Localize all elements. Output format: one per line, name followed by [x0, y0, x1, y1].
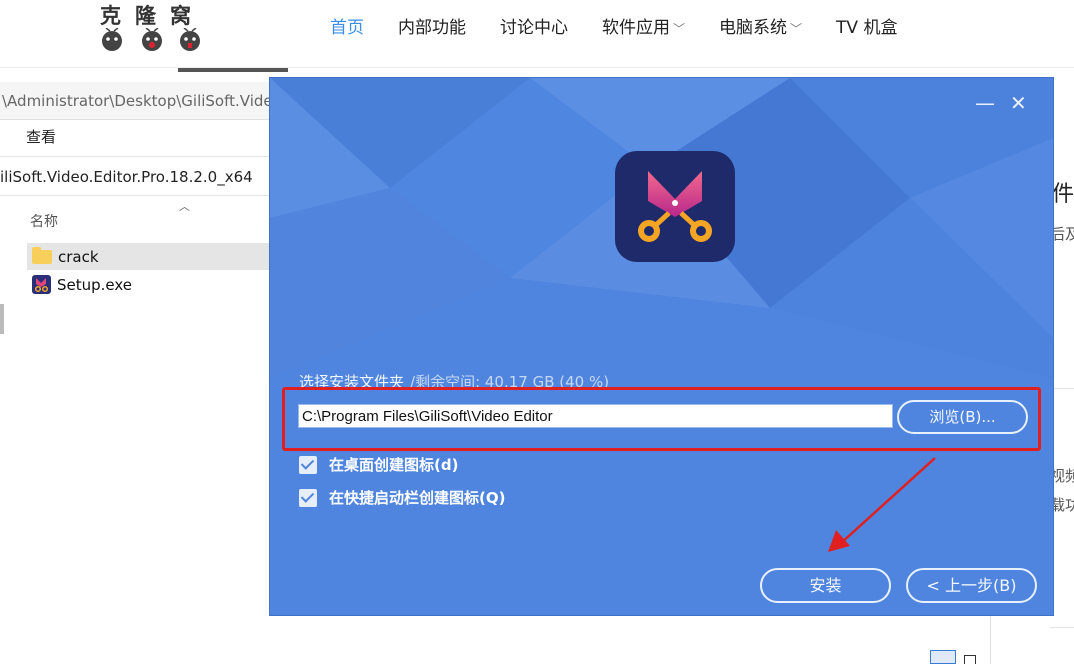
- file-explorer-window: \Administrator\Desktop\GiliSoft.Video 查看…: [0, 82, 272, 664]
- tile-view-icon[interactable]: [964, 655, 976, 664]
- install-button[interactable]: 安装: [760, 568, 891, 603]
- sort-ascending-icon[interactable]: ︿: [179, 198, 190, 214]
- file-name: crack: [58, 247, 99, 266]
- quicklaunch-shortcut-checkbox[interactable]: [299, 488, 317, 507]
- divider: [1050, 388, 1074, 389]
- nav-item-discussion[interactable]: 讨论中心: [500, 17, 568, 40]
- page-text-fragment: 后及: [1050, 225, 1074, 243]
- logo-face-icon: [180, 28, 200, 51]
- site-logo[interactable]: 克隆窝: [100, 0, 210, 56]
- page-text-fragment: 载功: [1050, 496, 1074, 514]
- installer-dialog: — ✕ 选择安装文件夹/剩余空间: 40.17 GB (40 %) 浏览(: [270, 78, 1053, 615]
- file-row-crack[interactable]: crack: [27, 243, 272, 270]
- chevron-down-icon: ﹀: [673, 22, 686, 36]
- checkbox-label: 在快捷启动栏创建图标(Q): [329, 489, 506, 507]
- logo-face-icon: [142, 28, 162, 51]
- close-button[interactable]: ✕: [1010, 92, 1027, 114]
- screen: 克隆窝 首页 内部功能 讨论中心 软件应用 ﹀ 电脑系统 ﹀ TV 机盒 \Ad…: [0, 0, 1074, 664]
- scroll-indicator: [0, 304, 4, 334]
- site-header: 克隆窝 首页 内部功能 讨论中心 软件应用 ﹀ 电脑系统 ﹀ TV 机盒: [0, 0, 1074, 68]
- column-header-name[interactable]: 名称: [30, 211, 58, 231]
- desktop-shortcut-checkbox[interactable]: [299, 455, 317, 474]
- ribbon-tab-view[interactable]: 查看: [26, 126, 56, 147]
- app-exe-icon: [32, 275, 51, 294]
- list-view-icon[interactable]: [930, 650, 956, 664]
- address-bar[interactable]: \Administrator\Desktop\GiliSoft.Video: [0, 82, 272, 120]
- header-tab-underline: [178, 68, 288, 72]
- nav-item-software[interactable]: 软件应用 ﹀: [602, 17, 685, 40]
- checkbox-label: 在桌面创建图标(d): [329, 456, 459, 474]
- file-row-setup[interactable]: Setup.exe: [27, 271, 272, 298]
- nav-item-internal[interactable]: 内部功能: [398, 17, 466, 40]
- nav-item-home[interactable]: 首页: [330, 17, 364, 40]
- nav-item-pc-system[interactable]: 电脑系统 ﹀: [719, 17, 802, 40]
- app-logo-icon: [615, 151, 735, 262]
- quicklaunch-shortcut-option[interactable]: 在快捷启动栏创建图标(Q): [299, 487, 505, 508]
- background-page: 件 后及 视频 载功: [1050, 82, 1074, 664]
- page-text-fragment: 视频: [1050, 467, 1074, 485]
- folder-title: iliSoft.Video.Editor.Pro.18.2.0_x64: [0, 168, 253, 186]
- logo-text: 克隆窝: [100, 3, 205, 28]
- nav-item-tv-box[interactable]: TV 机盒: [836, 17, 897, 40]
- file-name: Setup.exe: [57, 275, 133, 294]
- highlight-annotation: [282, 387, 1041, 451]
- back-button[interactable]: < 上一步(B): [906, 568, 1037, 603]
- divider: [1050, 627, 1074, 628]
- desktop-shortcut-option[interactable]: 在桌面创建图标(d): [299, 454, 458, 475]
- logo-face-icon: [102, 28, 122, 51]
- chevron-down-icon: ﹀: [790, 22, 803, 36]
- folder-icon: [32, 246, 52, 264]
- minimize-button[interactable]: —: [975, 92, 995, 114]
- site-nav: 首页 内部功能 讨论中心 软件应用 ﹀ 电脑系统 ﹀ TV 机盒: [330, 17, 931, 40]
- divider: [0, 156, 272, 157]
- page-heading-fragment: 件: [1052, 182, 1074, 207]
- divider: [990, 615, 991, 664]
- divider: [0, 195, 272, 196]
